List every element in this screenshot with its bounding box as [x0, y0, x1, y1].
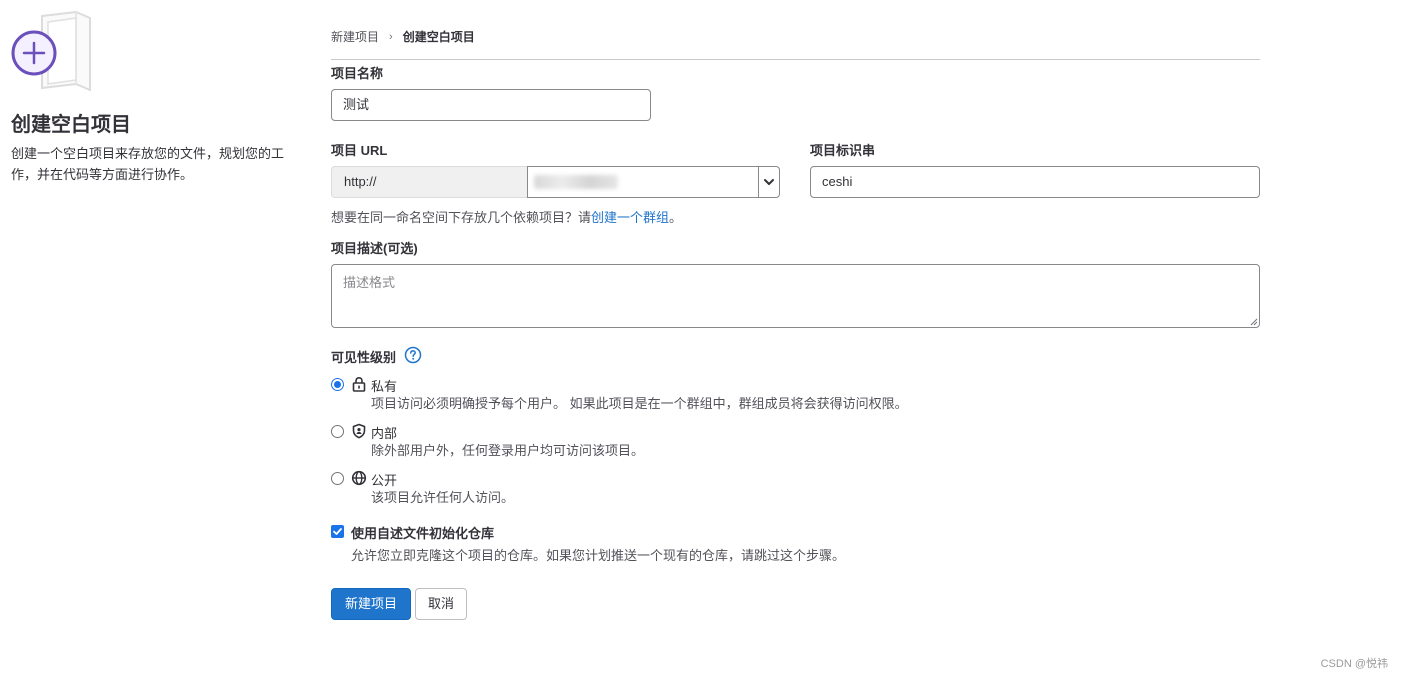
question-circle-icon[interactable] [404, 346, 422, 364]
create-project-button[interactable]: 新建项目 [331, 588, 411, 620]
redacted-namespace [534, 175, 618, 189]
left-panel-description: 创建一个空白项目来存放您的文件，规划您的工作，并在代码等方面进行协作。 [11, 146, 285, 182]
breadcrumb-current: 创建空白项目 [402, 30, 475, 44]
visibility-desc-public: 该项目允许任何人访问。 [371, 490, 515, 505]
chevron-down-icon [764, 179, 774, 185]
initialize-readme-desc: 允许您立即克隆这个项目的仓库。如果您计划推送一个现有的仓库，请跳过这个步骤。 [351, 548, 846, 563]
description-placeholder: 描述格式 [343, 275, 396, 290]
initialize-readme-checkbox[interactable] [331, 525, 344, 538]
hint-text: 想要在同一命名空间下存放几个依赖项目？请 [331, 210, 592, 225]
blank-project-illustration [11, 10, 91, 92]
visibility-desc-private: 项目访问必须明确授予每个用户。 如果此项目是在一个群组中，群组成员将会获得访问权… [371, 396, 908, 411]
url-prefix-text: http:// [344, 174, 377, 189]
left-panel-title: 创建空白项目 [11, 114, 131, 136]
visibility-radio-private[interactable] [331, 378, 344, 391]
create-group-link[interactable]: 创建一个群组 [591, 210, 669, 225]
breadcrumb-divider [331, 59, 1260, 60]
globe-icon [351, 470, 367, 486]
cancel-button[interactable]: 取消 [415, 588, 467, 620]
project-url-label: 项目 URL [331, 143, 388, 158]
project-description-textarea[interactable]: 描述格式 [331, 264, 1260, 328]
chevron-right-icon: › [389, 30, 393, 43]
initialize-readme-label[interactable]: 使用自述文件初始化仓库 [351, 523, 494, 542]
resize-handle-icon[interactable] [1250, 318, 1258, 326]
project-slug-label: 项目标识串 [810, 143, 876, 158]
hint-end: 。 [669, 210, 683, 225]
namespace-hint: 想要在同一命名空间下存放几个依赖项目？请创建一个群组。 [331, 207, 682, 226]
lock-icon [352, 376, 366, 392]
project-slug-input[interactable]: ceshi [810, 166, 1260, 198]
visibility-radio-internal[interactable] [331, 425, 344, 438]
shield-icon [352, 423, 366, 439]
breadcrumb: 新建项目 › 创建空白项目 [331, 28, 475, 45]
breadcrumb-link-new-project[interactable]: 新建项目 [331, 28, 379, 45]
visibility-radio-public[interactable] [331, 472, 344, 485]
project-description-label: 项目描述(可选) [331, 241, 418, 256]
project-name-input[interactable]: 测试 [331, 89, 651, 121]
visibility-desc-internal: 除外部用户外，任何登录用户均可访问该项目。 [371, 443, 645, 458]
project-name-label: 项目名称 [331, 66, 384, 81]
check-icon [333, 528, 342, 535]
select-divider [758, 167, 759, 197]
visibility-level-label: 可见性级别 [331, 350, 397, 365]
watermark: CSDN @悦祎 [1320, 658, 1388, 670]
project-url-prefix: http:// [331, 166, 527, 198]
namespace-select[interactable] [527, 166, 780, 198]
